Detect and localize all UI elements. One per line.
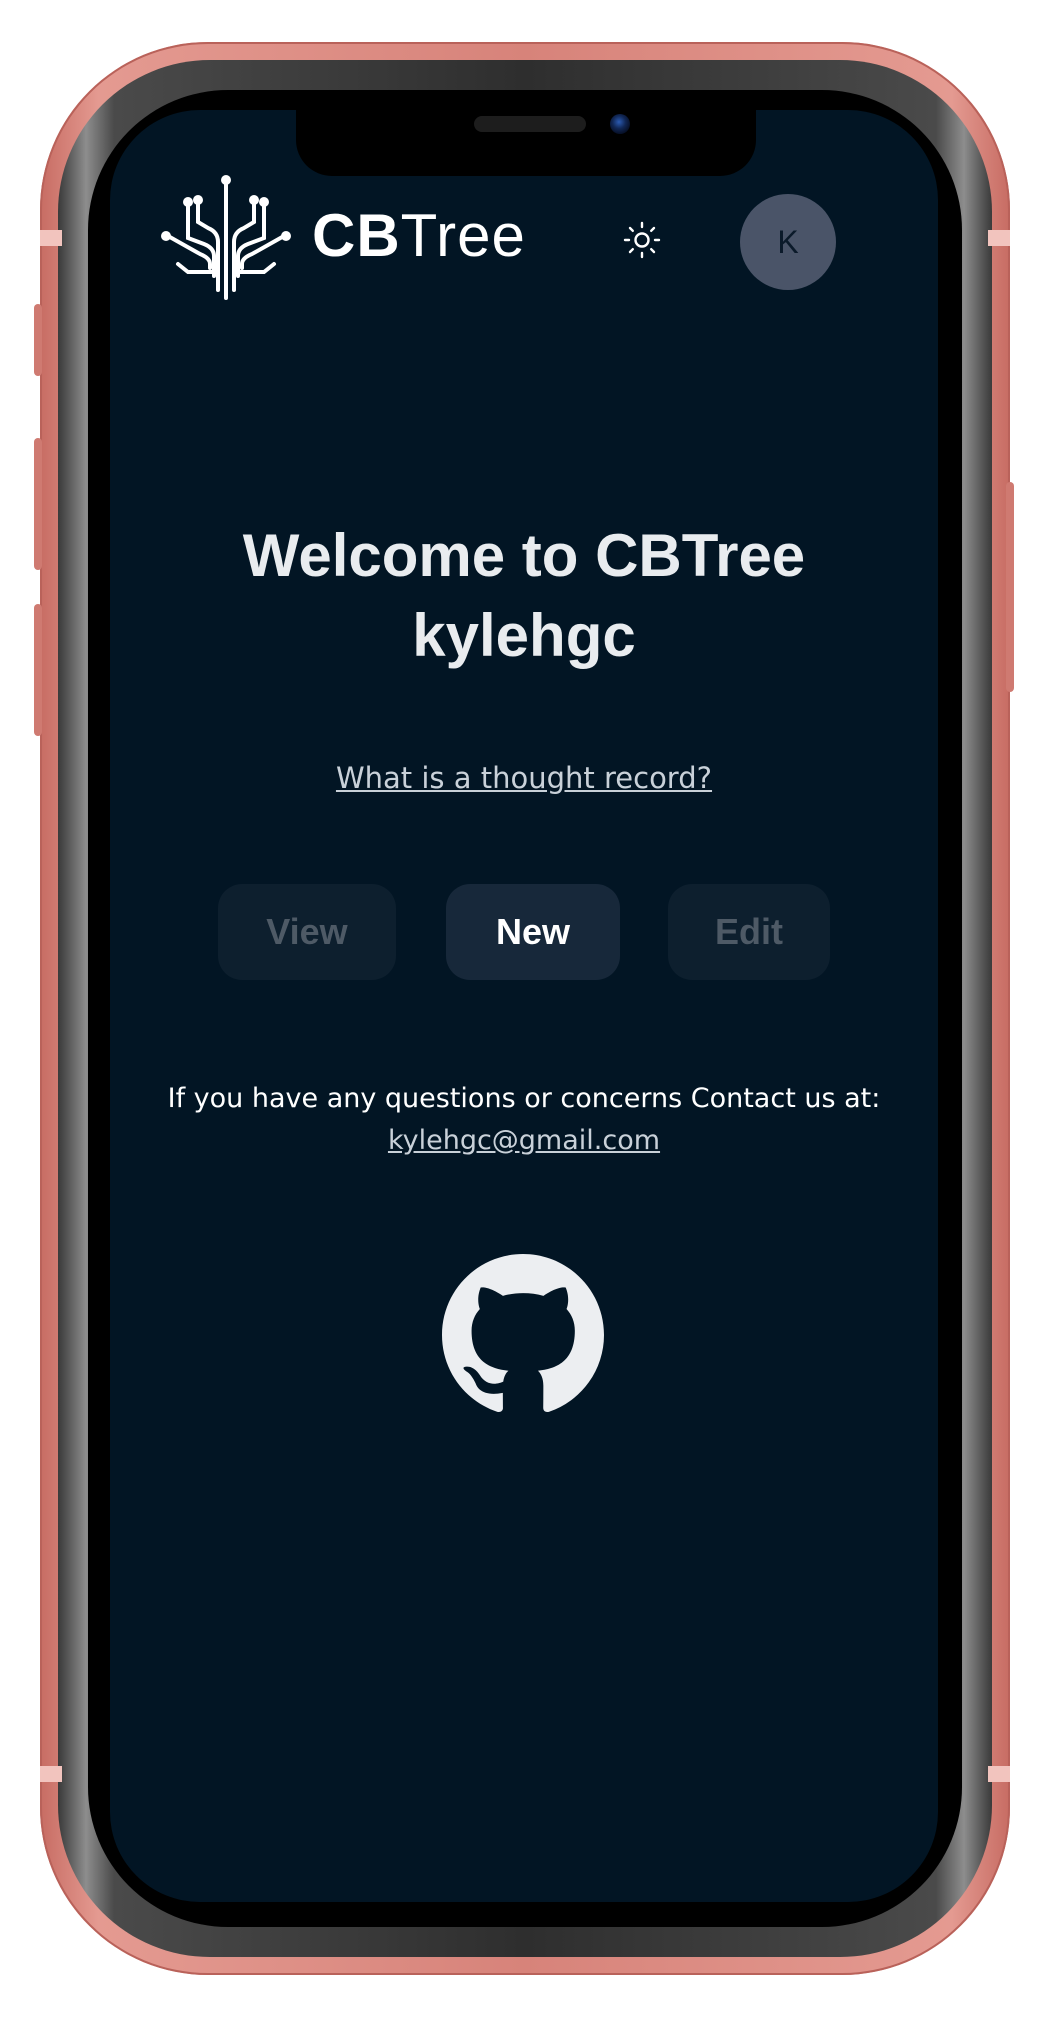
brand-light: Tree bbox=[400, 202, 526, 269]
avatar[interactable]: K bbox=[740, 194, 836, 290]
view-button[interactable]: View bbox=[218, 884, 396, 980]
github-icon[interactable] bbox=[442, 1254, 604, 1416]
theme-toggle-button[interactable] bbox=[618, 216, 666, 264]
welcome-line-1: Welcome to CBTree bbox=[242, 522, 806, 589]
brand-title[interactable]: CBTree bbox=[312, 200, 526, 272]
volume-up-button bbox=[34, 438, 42, 570]
welcome-username: kylehgc bbox=[412, 602, 636, 669]
welcome-heading: Welcome to CBTree kylehgc bbox=[110, 516, 938, 676]
new-button[interactable]: New bbox=[446, 884, 620, 980]
contact-section: If you have any questions or concerns Co… bbox=[110, 1078, 938, 1162]
contact-text: If you have any questions or concerns Co… bbox=[167, 1083, 881, 1114]
app-screen: CBTree K Welcome to CBTree kylehgc What … bbox=[110, 110, 938, 1902]
mute-switch bbox=[34, 304, 42, 376]
notch bbox=[296, 110, 756, 176]
speaker-grille bbox=[474, 116, 586, 132]
power-button bbox=[1006, 482, 1014, 692]
antenna-line bbox=[40, 1766, 62, 1782]
action-buttons: View New Edit bbox=[110, 884, 938, 982]
volume-down-button bbox=[34, 604, 42, 736]
thought-record-link[interactable]: What is a thought record? bbox=[336, 761, 712, 795]
avatar-initial: K bbox=[777, 223, 799, 260]
edit-button[interactable]: Edit bbox=[668, 884, 830, 980]
antenna-line bbox=[988, 1766, 1010, 1782]
contact-email-link[interactable]: kylehgc@gmail.com bbox=[388, 1125, 660, 1156]
antenna-line bbox=[40, 230, 62, 246]
tree-logo-icon bbox=[161, 175, 291, 300]
thought-record-link-wrap: What is a thought record? bbox=[110, 758, 938, 798]
antenna-line bbox=[988, 230, 1010, 246]
brand-bold: CB bbox=[312, 202, 401, 269]
front-camera bbox=[610, 114, 630, 134]
device-mockup: CBTree K Welcome to CBTree kylehgc What … bbox=[0, 0, 1048, 2025]
sun-icon bbox=[623, 221, 661, 259]
